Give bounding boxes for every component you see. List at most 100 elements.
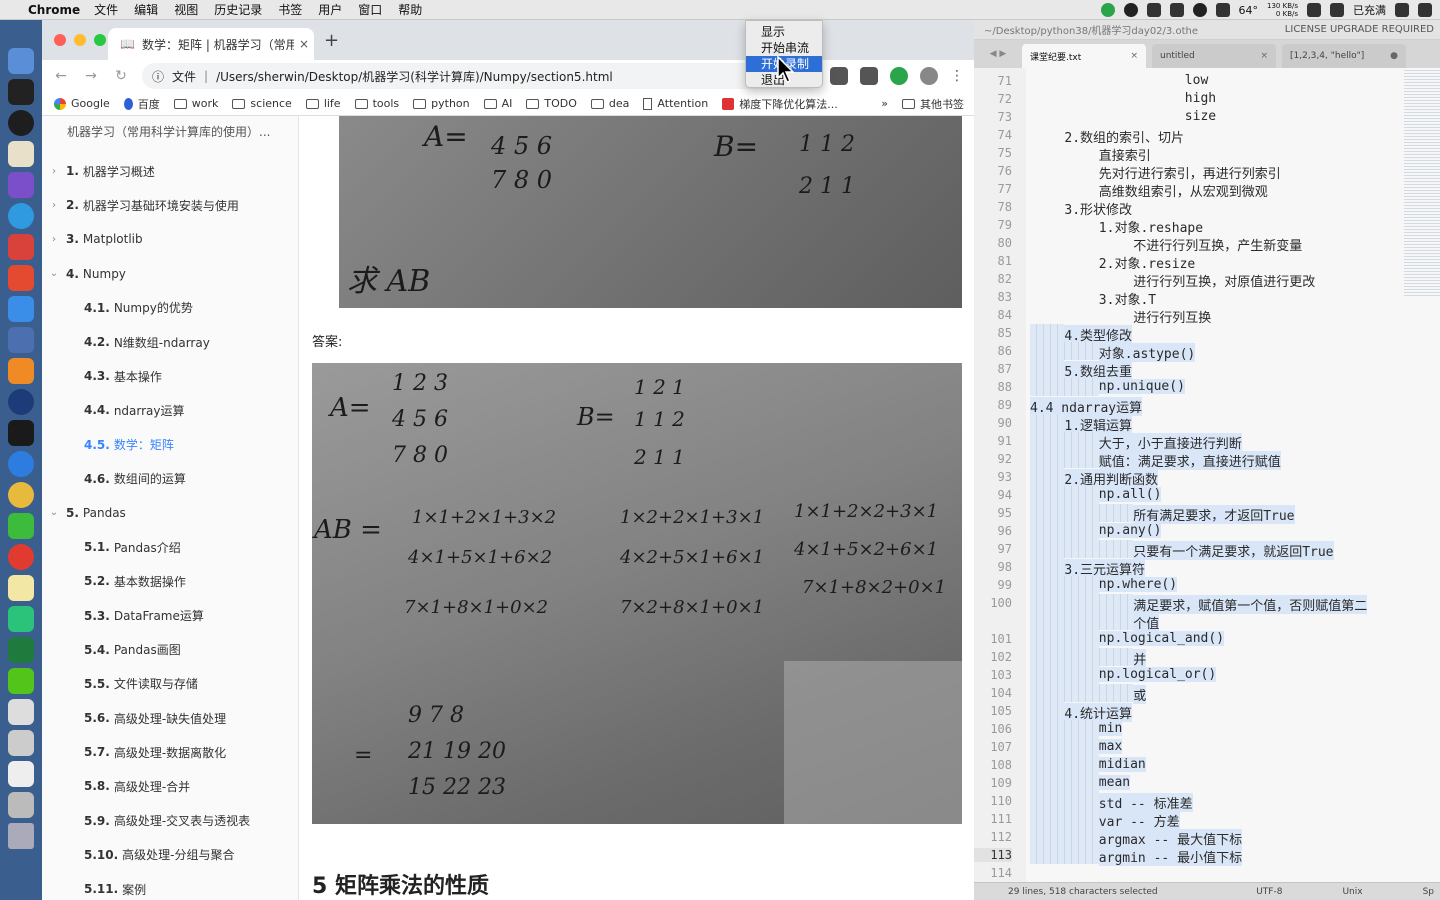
sublime-icon[interactable] — [8, 358, 34, 384]
toc-item[interactable]: ⌄ 4. Numpy — [42, 257, 298, 291]
chevron-down-icon[interactable]: ⌄ — [42, 268, 66, 279]
minimize-window-button[interactable] — [74, 34, 86, 46]
book-title[interactable]: 机器学习（常用科学计算库的使用）... — [42, 120, 298, 154]
bookmarks-overflow-button[interactable]: » — [881, 97, 888, 110]
bookmark-folder-life[interactable]: life — [305, 97, 341, 110]
menu-item-show[interactable]: 显示 — [746, 24, 822, 40]
more-menu-icon[interactable]: ⋮ — [950, 68, 964, 84]
toc-item[interactable]: ⌄ 5. Pandas — [42, 496, 298, 530]
zoom-window-button[interactable] — [94, 34, 106, 46]
chevron-right-icon[interactable]: › — [42, 200, 66, 211]
toc-item[interactable]: 5.6. 高级处理-缺失值处理 — [42, 701, 298, 735]
reload-icon[interactable]: ↻ — [112, 68, 130, 84]
menu-help[interactable]: 帮助 — [398, 1, 422, 18]
toc-item[interactable]: 5.11. 案例 — [42, 872, 298, 900]
toc-item[interactable]: 4.6. 数组间的运算 — [42, 462, 298, 496]
activity-monitor-icon[interactable] — [8, 420, 34, 446]
window-tray-icon[interactable] — [1215, 3, 1230, 17]
menu-window[interactable]: 窗口 — [358, 1, 382, 18]
obs-icon[interactable] — [8, 110, 34, 136]
new-tab-button[interactable]: + — [324, 30, 339, 51]
minimap[interactable] — [1404, 68, 1440, 298]
excel-icon[interactable] — [8, 637, 34, 663]
wifi-icon[interactable] — [1307, 3, 1321, 17]
toc-item[interactable]: 4.1. Numpy的优势 — [42, 291, 298, 325]
app-window-icon[interactable] — [8, 327, 34, 353]
editor-text-area[interactable]: 71 low 72 high 73 size 74 2.数组的索引、切片 75 直接索引 76 先对行… — [974, 68, 1440, 882]
close-tab-icon[interactable]: × — [1260, 51, 1268, 61]
address-bar[interactable]: ⓘ 文件 | /Users/sherwin/Desktop/机器学习(科学计算库… — [142, 63, 818, 89]
editor-tab-list[interactable]: [1,2,3,4, "hello"] ● — [1282, 44, 1406, 68]
toc-item[interactable]: 5.10. 高级处理-分组与聚合 — [42, 838, 298, 872]
chevron-right-icon[interactable]: › — [42, 166, 66, 177]
iqiyi-icon[interactable] — [8, 668, 34, 694]
toc-item[interactable]: 5.7. 高级处理-数据离散化 — [42, 735, 298, 769]
file-icon[interactable] — [8, 761, 34, 787]
volume-icon[interactable] — [1330, 3, 1344, 17]
menu-item-start-stream[interactable]: 开始串流 — [746, 40, 822, 56]
encoding-status[interactable]: UTF-8 — [1256, 887, 1282, 897]
app-tray-icon[interactable] — [1169, 3, 1184, 17]
profile-avatar[interactable] — [920, 67, 938, 85]
bookmark-google[interactable]: Google — [54, 97, 110, 110]
chevron-right-icon[interactable]: › — [42, 234, 66, 245]
editor-tab-notes[interactable]: 课堂纪要.txt × — [1022, 44, 1146, 68]
safari-icon[interactable] — [8, 451, 34, 477]
toc-item[interactable]: › 3. Matplotlib — [42, 222, 298, 256]
bookmark-folder-dea[interactable]: dea — [590, 97, 629, 110]
maps-icon[interactable] — [8, 203, 34, 229]
cloud-icon[interactable] — [1146, 3, 1161, 17]
indentation-status[interactable]: Sp — [1423, 887, 1434, 897]
toc-item[interactable]: 5.9. 高级处理-交叉表与透视表 — [42, 804, 298, 838]
bookmark-attention[interactable]: Attention — [643, 97, 708, 110]
forward-icon[interactable]: → — [82, 68, 100, 84]
app-g-icon[interactable] — [8, 265, 34, 291]
pycharm-icon[interactable] — [8, 606, 34, 632]
record-tray-icon[interactable] — [1192, 3, 1207, 17]
toc-item[interactable]: 5.8. 高级处理-合并 — [42, 769, 298, 803]
bookmark-folder-tools[interactable]: tools — [354, 97, 399, 110]
toc-item[interactable]: 5.1. Pandas介绍 — [42, 530, 298, 564]
tab-nav-arrows-icon[interactable]: ◀ ▶ — [974, 40, 1022, 68]
menu-edit[interactable]: 编辑 — [134, 1, 158, 18]
toc-item[interactable]: 5.3. DataFrame运算 — [42, 598, 298, 632]
close-window-button[interactable] — [54, 34, 66, 46]
menu-view[interactable]: 视图 — [174, 1, 198, 18]
bookmark-folder-python[interactable]: python — [413, 97, 470, 110]
line-ending-status[interactable]: Unix — [1342, 887, 1362, 897]
notes-icon[interactable] — [8, 575, 34, 601]
folder-icon[interactable] — [8, 730, 34, 756]
extension-x-icon[interactable] — [860, 67, 878, 85]
editor-tab-untitled[interactable]: untitled × — [1152, 44, 1276, 68]
browser-tab[interactable]: 📖 数学：矩阵 | 机器学习（常用科 × — [108, 28, 314, 60]
finder-icon[interactable] — [8, 48, 34, 74]
close-tab-icon[interactable]: × — [1130, 51, 1138, 61]
weibo-icon[interactable] — [8, 544, 34, 570]
notification-icon[interactable] — [1418, 3, 1432, 17]
toc-item[interactable]: 5.4. Pandas画图 — [42, 633, 298, 667]
other-bookmarks[interactable]: 其他书签 — [902, 96, 964, 112]
quicktime-icon[interactable] — [8, 389, 34, 415]
menu-people[interactable]: 用户 — [318, 1, 342, 18]
bookmark-gradient-descent[interactable]: 梯度下降优化算法... — [722, 96, 838, 112]
wechat-icon[interactable] — [8, 513, 34, 539]
toc-item[interactable]: 5.5. 文件读取与存储 — [42, 667, 298, 701]
chrome-icon[interactable] — [8, 482, 34, 508]
toc-item[interactable]: 4.2. N维数组-ndarray — [42, 325, 298, 359]
obs-tray-icon[interactable] — [1123, 3, 1138, 17]
license-notice[interactable]: LICENSE UPGRADE REQUIRED — [1285, 24, 1434, 35]
utility-icon[interactable] — [8, 792, 34, 818]
bookmark-baidu[interactable]: 百度 — [123, 96, 160, 112]
trash-icon[interactable] — [8, 823, 34, 849]
toc-item[interactable]: › 2. 机器学习基础环境安装与使用 — [42, 188, 298, 222]
tray-green-icon[interactable] — [1100, 3, 1115, 17]
search-icon[interactable] — [1395, 3, 1409, 17]
back-icon[interactable]: ← — [52, 68, 70, 84]
info-icon[interactable]: ⓘ — [152, 68, 164, 85]
toc-item[interactable]: › 1. 机器学习概述 — [42, 154, 298, 188]
unsaved-dot-icon[interactable]: ● — [1390, 51, 1398, 61]
bookmark-folder-todo[interactable]: TODO — [526, 97, 577, 110]
bookmark-folder-work[interactable]: work — [173, 97, 218, 110]
url-text[interactable]: /Users/sherwin/Desktop/机器学习(科学计算库)/Numpy… — [216, 68, 613, 85]
menu-bookmarks[interactable]: 书签 — [278, 1, 302, 18]
